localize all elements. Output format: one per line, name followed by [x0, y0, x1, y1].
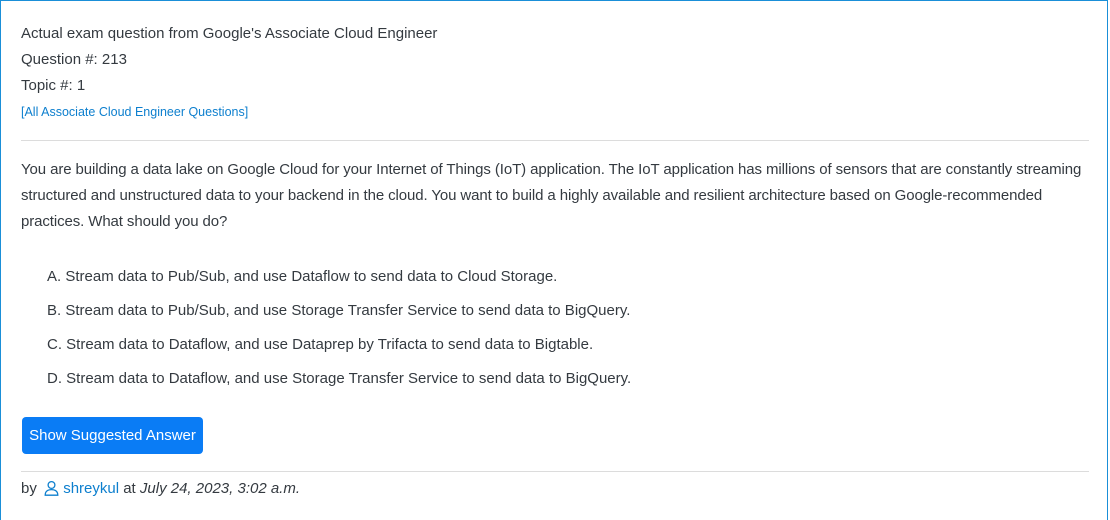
footer-divider: [21, 471, 1089, 472]
username-link[interactable]: shreykul: [63, 480, 119, 497]
question-number: Question #: 213: [21, 51, 127, 68]
question-header: Actual exam question from Google's Assoc…: [21, 21, 437, 125]
post-meta: by shreykul at July 24, 2023, 3:02 a.m.: [21, 477, 300, 501]
question-text: You are building a data lake on Google C…: [21, 161, 1082, 230]
header-divider: [21, 140, 1089, 141]
at-label: at: [123, 480, 136, 497]
choice-b[interactable]: B. Stream data to Pub/Sub, and use Stora…: [47, 299, 631, 333]
question-card: Actual exam question from Google's Assoc…: [0, 0, 1108, 520]
by-label: by: [21, 480, 37, 497]
exam-source-text: Actual exam question from Google's Assoc…: [21, 25, 438, 42]
choice-a[interactable]: A. Stream data to Pub/Sub, and use Dataf…: [47, 265, 631, 299]
all-questions-link[interactable]: [All Associate Cloud Engineer Questions]: [21, 99, 437, 125]
user-icon: [44, 480, 59, 496]
topic-number: Topic #: 1: [21, 77, 86, 94]
show-suggested-answer-button[interactable]: Show Suggested Answer: [22, 417, 203, 454]
choices-list: A. Stream data to Pub/Sub, and use Dataf…: [47, 265, 631, 401]
post-date: July 24, 2023, 3:02 a.m.: [139, 480, 301, 497]
choice-c[interactable]: C. Stream data to Dataflow, and use Data…: [47, 333, 631, 367]
choice-d[interactable]: D. Stream data to Dataflow, and use Stor…: [47, 367, 631, 401]
